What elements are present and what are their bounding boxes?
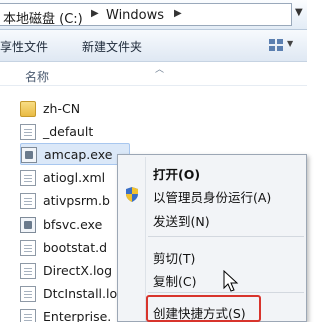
file-name: DtcInstall.lo [43,286,118,301]
list-item[interactable]: bootstat.d [20,237,130,259]
folder-icon [20,101,36,117]
menu-item-cut[interactable]: 剪切(T) [118,244,306,266]
file-name: zh-CN [43,101,81,116]
application-icon [21,147,37,163]
column-name-header[interactable]: 名称 [25,68,49,85]
breadcrumb-separator-icon[interactable]: ▶ [91,8,99,19]
menu-item-copy[interactable]: 复制(C) [118,267,306,289]
file-name: DirectX.log [43,263,113,278]
menu-separator [148,236,304,237]
file-name: bfsvc.exe [43,217,103,232]
breadcrumb-separator-icon[interactable]: ▶ [174,8,182,19]
command-toolbar: 享性文件 新建文件夹 ▼ [0,30,307,62]
list-item[interactable]: ativpsrm.b [20,190,130,212]
menu-item-label: 复制(C) [153,274,197,289]
file-icon [20,309,36,322]
list-item[interactable]: DirectX.log [20,260,130,282]
file-name: Enterprise. [43,309,112,322]
file-name: amcap.exe [44,147,113,162]
menu-item-run-as-admin[interactable]: 以管理员身份运行(A) [118,183,306,205]
xml-file-icon [20,170,36,186]
shortcut-file-icon [20,124,36,140]
log-file-icon [20,263,36,279]
menu-item-label: 打开(O) [153,167,201,182]
breadcrumb-windows[interactable]: Windows [106,8,164,23]
highlight-box [146,295,261,322]
address-bar: 本地磁盘 (C:) ▶ Windows ▶ ▼ [0,0,307,30]
file-icon [20,240,36,256]
file-name: atiogl.xml [43,170,106,185]
file-icon [20,193,36,209]
menu-item-send-to[interactable]: 发送到(N) [118,207,306,229]
address-dropdown-icon[interactable]: ▼ [295,7,303,18]
log-file-icon [20,286,36,302]
share-button[interactable]: 享性文件 [0,38,48,55]
column-header: ︿ 名称 [0,62,307,86]
list-item[interactable]: atiogl.xml [20,167,130,189]
list-item[interactable]: bfsvc.exe [20,214,130,236]
mouse-cursor-icon [223,270,239,292]
list-item[interactable]: zh-CN [20,98,130,120]
new-folder-button[interactable]: 新建文件夹 [82,38,142,55]
menu-item-label: 剪切(T) [153,251,196,266]
menu-item-label: 以管理员身份运行(A) [153,190,272,205]
sort-indicator-icon: ︿ [155,65,165,75]
list-item[interactable]: _default [20,121,130,143]
uac-shield-icon [126,187,138,202]
breadcrumb-drive[interactable]: 本地磁盘 (C:) [3,8,83,27]
application-icon [20,217,36,233]
file-name: _default [43,124,94,139]
list-item-selected[interactable]: amcap.exe [20,143,130,165]
breadcrumb[interactable]: 本地磁盘 (C:) ▶ Windows ▶ [0,3,292,27]
list-item[interactable]: DtcInstall.lo [20,283,130,305]
file-name: bootstat.d [43,240,108,255]
file-name: ativpsrm.b [43,193,110,208]
view-dropdown-icon[interactable]: ▼ [287,39,293,48]
view-options-icon[interactable] [268,37,284,53]
list-item[interactable]: Enterprise. [20,306,130,322]
menu-item-label: 发送到(N) [153,214,210,229]
menu-item-open[interactable]: 打开(O) [118,160,306,182]
